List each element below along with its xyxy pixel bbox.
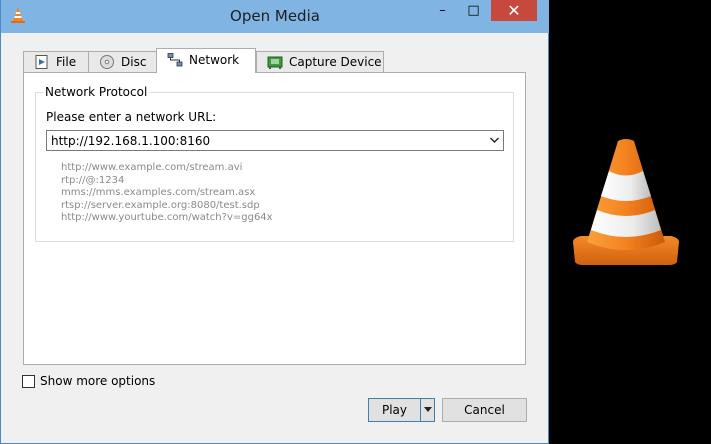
chevron-down-icon[interactable]: [489, 134, 500, 146]
disc-icon: [100, 55, 114, 69]
url-label: Please enter a network URL:: [46, 110, 217, 124]
network-tab-panel: Network Protocol Please enter a network …: [23, 72, 526, 365]
caret-down-icon: [424, 407, 432, 412]
url-examples: http://www.example.com/stream.avi rtp://…: [61, 162, 273, 225]
network-protocol-group: Network Protocol Please enter a network …: [35, 85, 514, 242]
example-url: mms://mms.examples.com/stream.asx: [61, 187, 256, 199]
tab-capture-device[interactable]: Capture Device: [256, 51, 384, 72]
capture-device-icon: [267, 56, 283, 69]
example-url: rtsp://server.example.org:8080/test.sdp: [61, 199, 260, 211]
play-dropdown-button[interactable]: [420, 398, 435, 422]
file-icon: [35, 55, 48, 69]
minimize-button[interactable]: –: [429, 0, 456, 21]
example-url: rtp://@:1234: [61, 174, 125, 186]
show-more-options-checkbox[interactable]: [22, 375, 35, 388]
cancel-button[interactable]: Cancel: [442, 398, 527, 422]
close-button[interactable]: ✕: [491, 0, 537, 21]
url-combobox[interactable]: [46, 130, 504, 151]
tab-disc[interactable]: Disc: [88, 51, 157, 72]
maximize-button[interactable]: □: [460, 0, 487, 21]
tab-network-label: Network: [189, 53, 240, 67]
network-icon: [167, 53, 183, 67]
tab-capture-device-label: Capture Device: [289, 55, 382, 69]
show-more-options-label[interactable]: Show more options: [40, 374, 155, 388]
play-button[interactable]: Play: [368, 398, 421, 422]
tab-network[interactable]: Network: [156, 48, 256, 73]
vlc-cone-logo: [573, 139, 679, 265]
tab-file[interactable]: File: [23, 51, 89, 72]
title-bar[interactable]: Open Media – □ ✕: [1, 0, 549, 33]
example-url: http://www.example.com/stream.avi: [61, 162, 243, 173]
url-input[interactable]: [47, 131, 481, 150]
example-url: http://www.yourtube.com/watch?v=gg64x: [61, 212, 273, 224]
tab-file-label: File: [56, 55, 77, 69]
group-title: Network Protocol: [43, 85, 150, 99]
tab-disc-label: Disc: [121, 55, 147, 69]
open-media-dialog: Open Media – □ ✕ File Disc Network Captu…: [0, 0, 549, 444]
